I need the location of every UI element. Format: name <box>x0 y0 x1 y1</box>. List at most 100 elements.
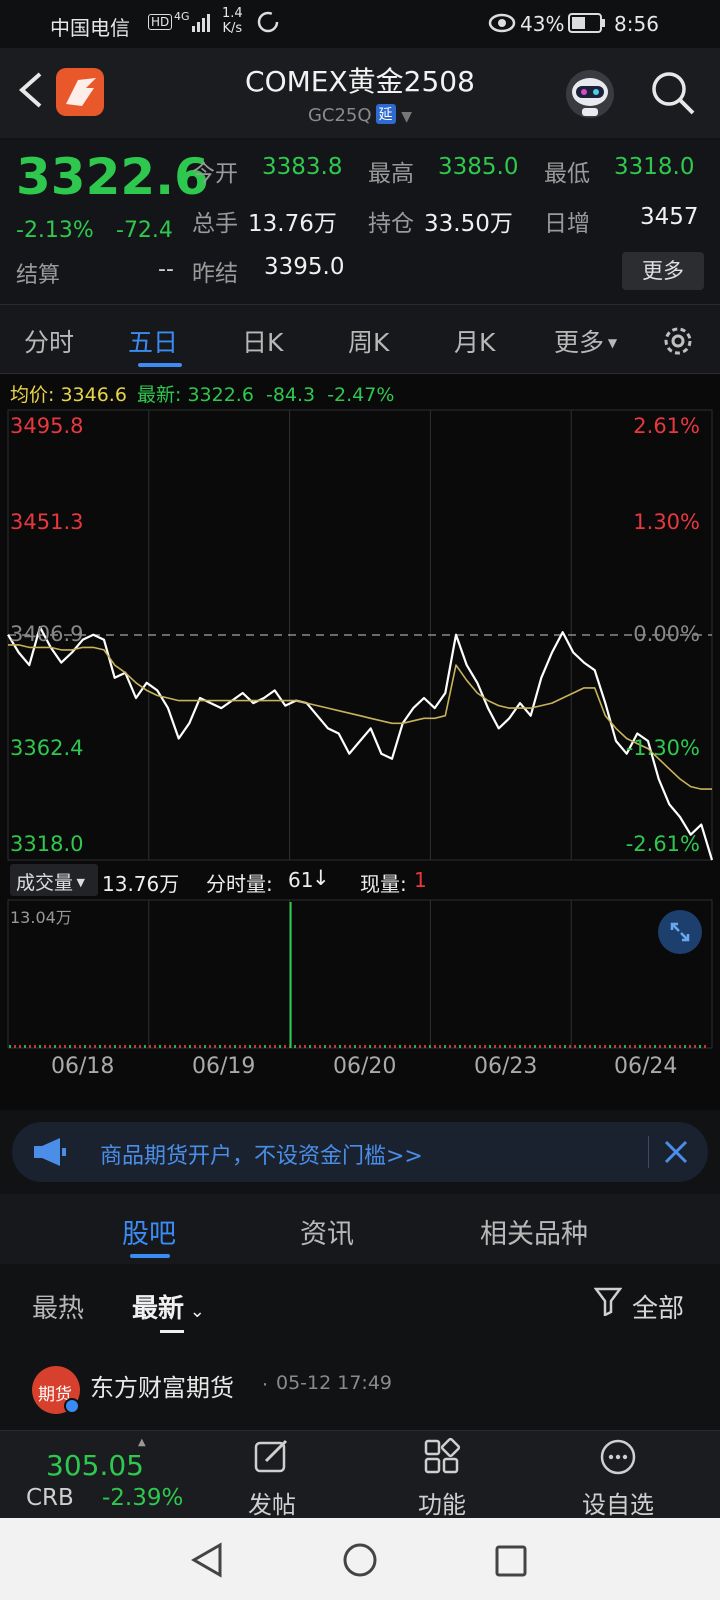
low-value: 3318.0 <box>614 154 695 180</box>
current-volume-value: 1 <box>414 868 427 892</box>
post-button-label: 发帖 <box>248 1491 296 1519</box>
volume-selector-label: 成交量 <box>16 872 74 894</box>
volume-selector[interactable]: 成交量 ▼ <box>10 864 98 896</box>
down-arrow-icon: ↓ <box>312 866 330 890</box>
open-value: 3383.8 <box>262 154 343 180</box>
promo-banner[interactable]: 商品期货开户，不设资金门槛>> <box>12 1122 708 1182</box>
net-speed-unit: K/s <box>222 21 243 36</box>
megaphone-icon <box>32 1138 76 1170</box>
gear-icon[interactable] <box>660 323 696 359</box>
post-time: 05-12 17:49 <box>276 1372 393 1394</box>
y-tick-left-0: 3495.8 <box>10 414 84 438</box>
dropdown-triangle-icon: ▼ <box>73 876 85 889</box>
net-speed: 1.4 K/s <box>222 6 243 36</box>
filter-funnel-icon[interactable] <box>593 1286 623 1320</box>
robot-assistant-icon[interactable] <box>562 66 618 122</box>
active-tab-indicator <box>130 1254 170 1258</box>
low-label: 最低 <box>544 161 590 187</box>
x-tick-3: 06/23 <box>474 1054 538 1079</box>
volume-axis-max: 13.04万 <box>10 908 72 927</box>
high-value: 3385.0 <box>438 154 519 180</box>
community-tabs: 股吧 资讯 相关品种 <box>0 1194 720 1264</box>
last-price: 3322.6 <box>16 148 209 206</box>
crb-name: CRB <box>26 1485 74 1511</box>
clock: 8:56 <box>614 12 659 36</box>
prev-settle-value: 3395.0 <box>264 254 345 280</box>
tab-monthly-k[interactable]: 月K <box>454 323 495 359</box>
signal-icon <box>192 12 210 39</box>
avatar[interactable]: 期货 <box>32 1366 80 1414</box>
tab-intraday[interactable]: 分时 <box>24 323 74 359</box>
functions-button[interactable]: 功能 <box>382 1437 502 1520</box>
daily-increase-label: 日增 <box>544 211 590 237</box>
y-tick-right-3: -1.30% <box>625 736 700 760</box>
nav-home-icon[interactable] <box>342 1542 378 1582</box>
tab-forum[interactable]: 股吧 <box>122 1212 176 1251</box>
filter-all[interactable]: 全部 <box>632 1288 684 1325</box>
x-tick-4: 06/24 <box>614 1054 678 1079</box>
y-tick-left-4: 3318.0 <box>10 832 84 856</box>
nav-recents-icon[interactable] <box>494 1544 528 1582</box>
volume-panel-frame <box>7 899 713 1049</box>
promo-text: 商品期货开户，不设资金门槛>> <box>100 1144 423 1169</box>
settle-value: -- <box>158 257 174 282</box>
chart-area[interactable]: 均价: 3346.6 最新: 3322.6 -84.3 -2.47% 3495.… <box>0 374 720 1110</box>
status-bar: 中国电信 HD 4G 1.4 K/s 43% 8:56 <box>0 0 720 48</box>
chevron-down-icon: ⌄ <box>184 1301 205 1322</box>
tab-related[interactable]: 相关品种 <box>480 1212 588 1251</box>
more-button[interactable]: 更多 <box>622 252 704 290</box>
high-label: 最高 <box>368 161 414 187</box>
system-nav-bar <box>0 1518 720 1600</box>
filter-hot[interactable]: 最热 <box>32 1288 84 1325</box>
volume-total: 13.76万 <box>102 872 180 896</box>
verified-icon <box>64 1398 80 1414</box>
tab-five-day[interactable]: 五日 <box>128 323 178 359</box>
change-value: -72.4 <box>116 218 173 243</box>
interval-volume-value: 61 <box>288 868 314 892</box>
tab-daily-k[interactable]: 日K <box>242 323 283 359</box>
y-tick-left-2: 3406.9 <box>10 622 84 646</box>
hd-badge: HD <box>148 14 173 30</box>
sync-icon <box>256 10 280 39</box>
network-label: 4G <box>174 10 190 23</box>
y-tick-right-4: -2.61% <box>625 832 700 856</box>
tab-more-label: 更多 <box>554 328 605 357</box>
filter-bar: 最热 最新 ⌄ 全部 <box>0 1264 720 1344</box>
y-tick-left-1: 3451.3 <box>10 510 84 534</box>
app-header: COMEX黄金2508 GC25Q 延 ▼ <box>0 48 720 138</box>
post-item[interactable]: 期货 东方财富期货 · 05-12 17:49 <box>0 1344 720 1430</box>
post-author[interactable]: 东方财富期货 <box>90 1368 234 1403</box>
functions-button-label: 功能 <box>418 1491 466 1519</box>
grid-icon <box>424 1437 461 1474</box>
volume-value: 13.76万 <box>248 211 337 237</box>
price-chart <box>7 409 714 1049</box>
expand-icon[interactable] <box>658 910 702 954</box>
volume-label: 总手 <box>192 211 238 237</box>
close-icon[interactable] <box>662 1138 690 1170</box>
tab-weekly-k[interactable]: 周K <box>348 323 389 359</box>
post-button[interactable]: 发帖 <box>212 1437 332 1520</box>
filter-latest-label: 最新 <box>132 1294 185 1324</box>
nav-back-icon[interactable] <box>190 1542 224 1582</box>
filter-latest[interactable]: 最新 ⌄ <box>132 1288 205 1325</box>
tab-more[interactable]: 更多 ▼ <box>554 323 617 359</box>
x-tick-0: 06/18 <box>51 1054 115 1079</box>
watchlist-button-label: 设自选 <box>582 1491 654 1519</box>
dropdown-triangle-icon: ▼ <box>401 109 413 125</box>
open-interest-value: 33.50万 <box>424 211 513 237</box>
net-speed-value: 1.4 <box>222 6 243 21</box>
price-line <box>7 626 714 861</box>
daily-increase-value: 3457 <box>640 204 699 230</box>
watchlist-button[interactable]: 设自选 <box>558 1437 678 1520</box>
bottom-toolbar: ▲ 305.05 CRB -2.39% 发帖 功能 设自选 <box>0 1430 720 1520</box>
search-icon[interactable] <box>650 70 696 116</box>
edit-icon <box>254 1439 288 1473</box>
tab-news[interactable]: 资讯 <box>300 1212 354 1251</box>
x-tick-2: 06/20 <box>333 1054 397 1079</box>
y-tick-right-0: 2.61% <box>633 414 700 438</box>
open-label: 今开 <box>192 161 238 187</box>
y-tick-left-3: 3362.4 <box>10 736 84 760</box>
open-interest-label: 持仓 <box>368 211 414 237</box>
active-tab-indicator <box>138 363 182 367</box>
prev-settle-label: 昨结 <box>192 261 238 287</box>
